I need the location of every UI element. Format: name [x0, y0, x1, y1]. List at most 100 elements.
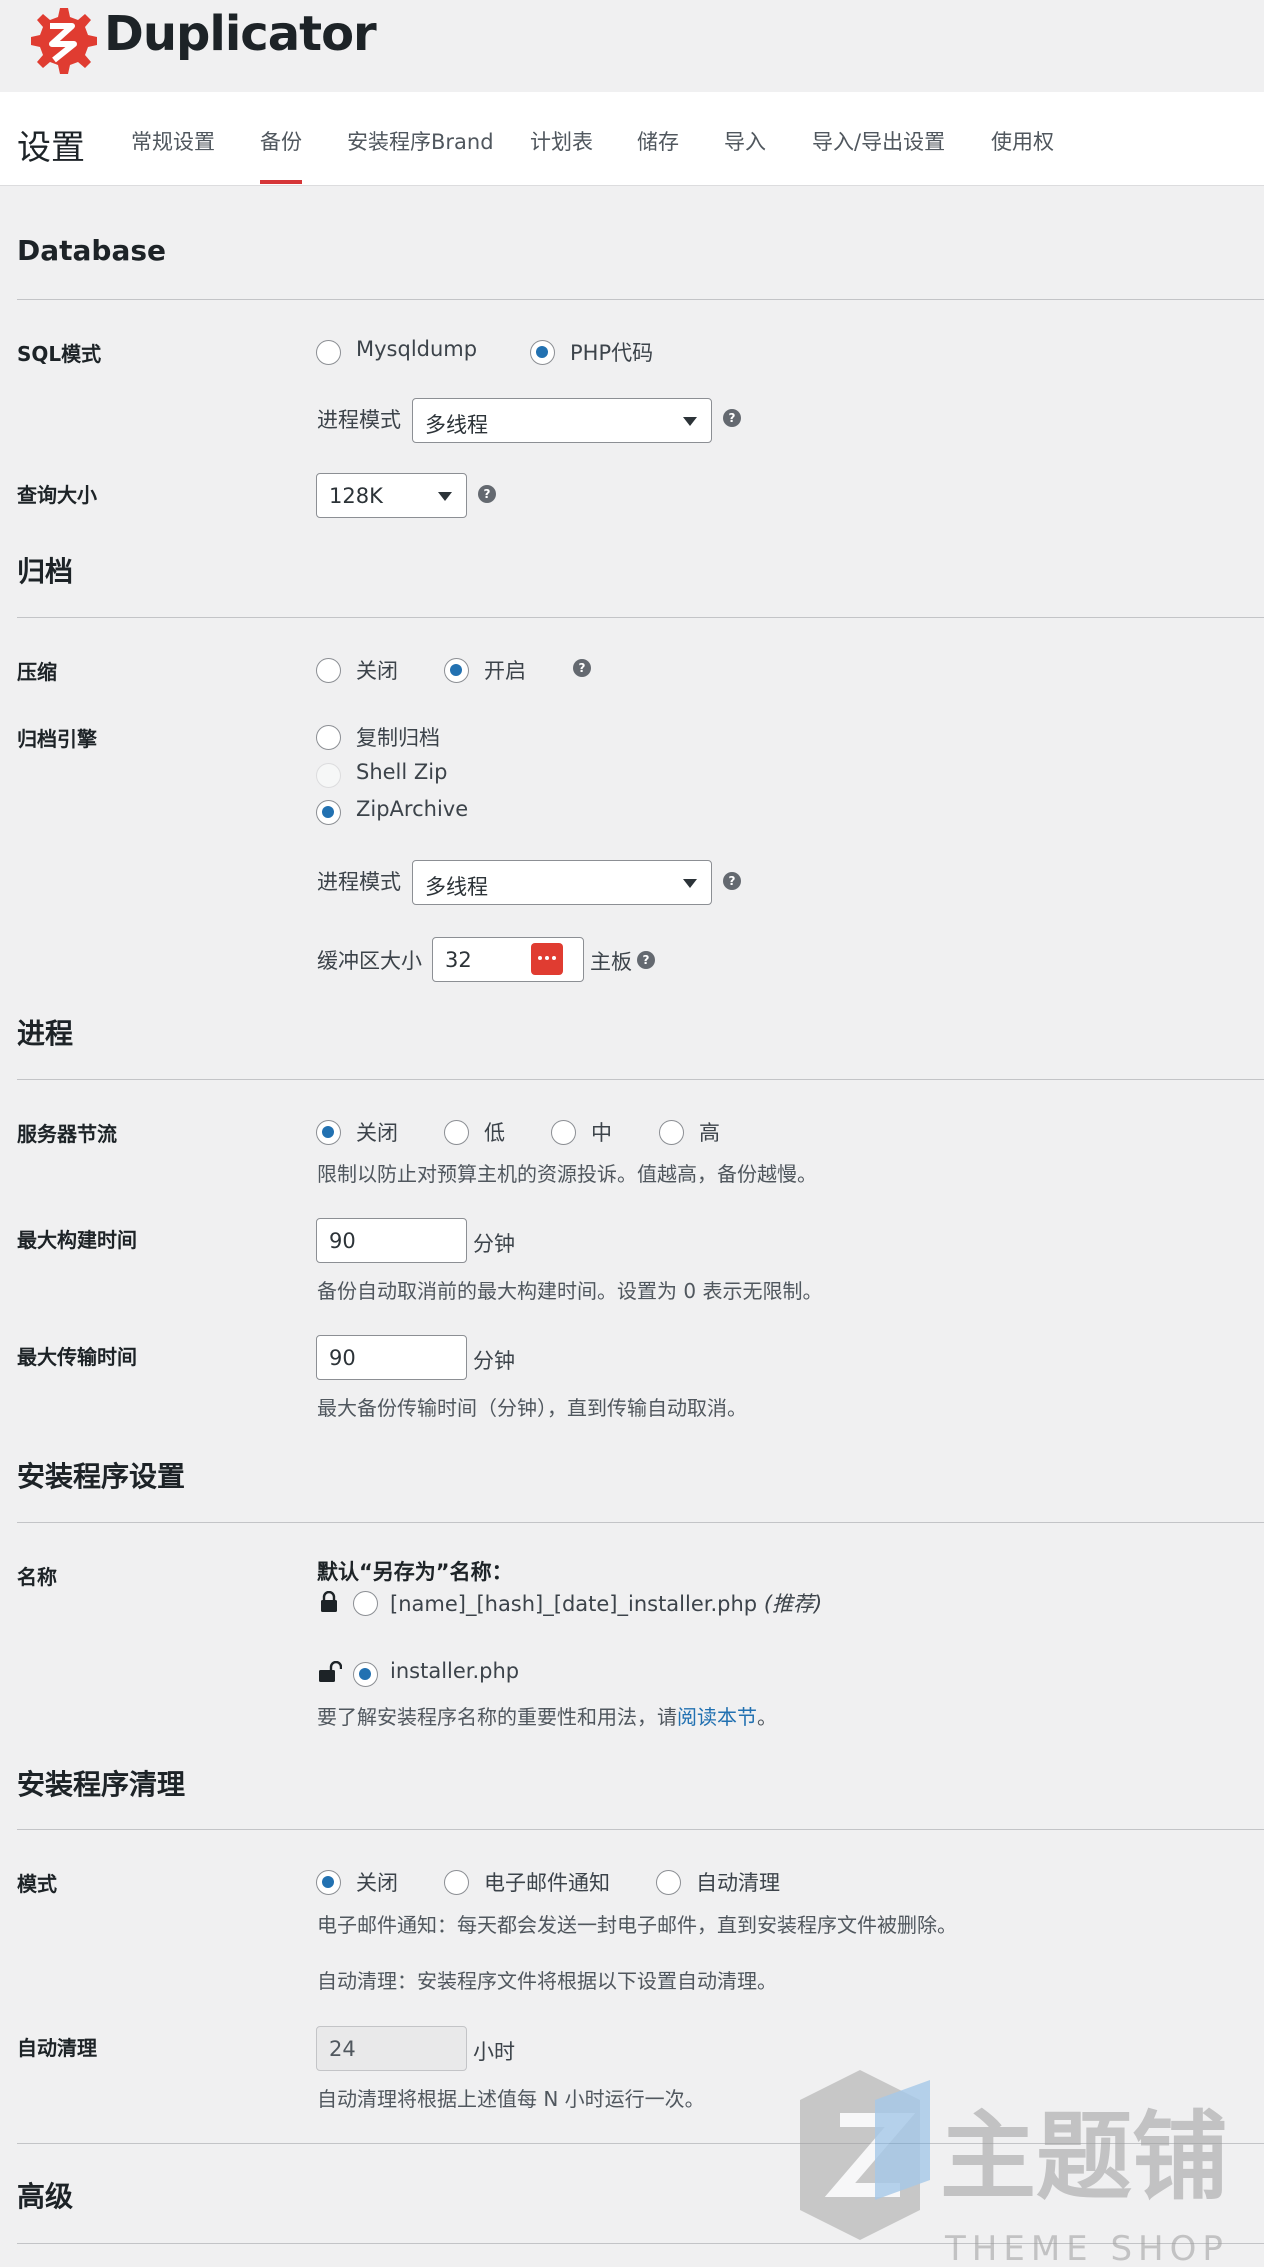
help-icon[interactable]: ?: [723, 872, 741, 890]
engine-dup-archive-label: 复制归档: [356, 726, 440, 750]
server-throttle-label: 服务器节流: [17, 1122, 117, 1146]
auto-cleanup-unit: 小时: [473, 2040, 515, 2064]
installer-name-label: 名称: [17, 1565, 57, 1589]
query-size-value: 128K: [329, 484, 383, 508]
tab-schedules[interactable]: 计划表: [530, 126, 593, 184]
tab-license[interactable]: 使用权: [991, 126, 1054, 184]
max-transfer-time-input[interactable]: 90: [316, 1335, 467, 1380]
divider: [17, 299, 1264, 300]
buffer-size-value: 32: [445, 948, 472, 972]
tab-storage[interactable]: 储存: [637, 126, 679, 184]
divider: [17, 1829, 1264, 1830]
divider: [17, 1522, 1264, 1523]
sql-mode-mysqldump-label: Mysqldump: [356, 337, 478, 361]
installer-name-description: 要了解安装程序名称的重要性和用法，请阅读本节。: [317, 1705, 777, 1729]
compression-off-radio[interactable]: [316, 658, 341, 683]
db-process-mode-value: 多线程: [425, 413, 488, 437]
engine-dup-archive-radio[interactable]: [316, 725, 341, 750]
sql-mode-mysqldump-radio[interactable]: [316, 340, 341, 365]
cleanup-auto-description: 自动清理：安装程序文件将根据以下设置自动清理。: [317, 1969, 777, 1993]
auto-cleanup-hours-input[interactable]: 24: [316, 2026, 467, 2071]
compression-on-label: 开启: [484, 659, 526, 683]
engine-shell-zip-radio: [316, 763, 341, 788]
tab-import[interactable]: 导入: [724, 126, 766, 184]
tab-import-export-settings[interactable]: 导入/导出设置: [812, 126, 945, 184]
sql-mode-label: SQL模式: [17, 342, 102, 366]
archive-process-mode-label: 进程模式: [317, 870, 401, 894]
auto-cleanup-hours-value: 24: [329, 2037, 356, 2061]
chevron-down-icon: [683, 417, 697, 426]
read-section-link[interactable]: 阅读本节: [677, 1705, 757, 1729]
cleanup-auto-label: 自动清理: [696, 1871, 780, 1895]
throttle-low-label: 低: [484, 1121, 505, 1145]
cleanup-off-radio[interactable]: [316, 1870, 341, 1895]
archive-process-mode-value: 多线程: [425, 875, 488, 899]
cleanup-email-label: 电子邮件通知: [484, 1871, 610, 1895]
chevron-down-icon: [438, 492, 452, 501]
max-build-time-input[interactable]: 90: [316, 1218, 467, 1263]
cleanup-mode-label: 模式: [17, 1872, 57, 1896]
throttle-low-radio[interactable]: [444, 1120, 469, 1145]
buffer-size-label: 缓冲区大小: [317, 949, 422, 973]
engine-shell-zip-label: Shell Zip: [356, 760, 448, 784]
watermark-text-en: THEME SHOP: [944, 2229, 1229, 2267]
help-icon[interactable]: ?: [573, 659, 591, 677]
cleanup-auto-radio[interactable]: [656, 1870, 681, 1895]
throttle-high-label: 高: [699, 1121, 720, 1145]
tab-general[interactable]: 常规设置: [131, 126, 215, 184]
divider: [17, 617, 1264, 618]
tab-installer-brand[interactable]: 安装程序Brand: [347, 126, 494, 184]
cleanup-email-description: 电子邮件通知：每天都会发送一封电子邮件，直到安装程序文件被删除。: [317, 1913, 957, 1937]
max-build-time-label: 最大构建时间: [17, 1228, 137, 1252]
unlock-icon: [319, 1661, 342, 1682]
password-manager-icon[interactable]: [531, 943, 563, 975]
installer-name-hashed-label: [name]_[hash]_[date]_installer.php (推荐): [390, 1592, 823, 1616]
engine-ziparchive-label: ZipArchive: [356, 797, 469, 821]
help-icon[interactable]: ?: [723, 409, 741, 427]
section-advanced-title: 高级: [17, 2180, 74, 2213]
max-transfer-time-unit: 分钟: [473, 1349, 515, 1373]
compression-off-label: 关闭: [356, 659, 398, 683]
help-icon[interactable]: ?: [637, 951, 655, 969]
throttle-off-radio[interactable]: [316, 1120, 341, 1145]
lock-icon: [321, 1591, 337, 1612]
page-title: 设置: [17, 128, 85, 168]
cleanup-email-radio[interactable]: [444, 1870, 469, 1895]
query-size-label: 查询大小: [17, 483, 97, 507]
chevron-down-icon: [683, 879, 697, 888]
archive-process-mode-select[interactable]: 多线程: [412, 860, 712, 905]
sql-mode-php-radio[interactable]: [530, 340, 555, 365]
throttle-high-radio[interactable]: [659, 1120, 684, 1145]
section-cleanup-title: 安装程序清理: [17, 1768, 186, 1801]
buffer-size-unit: 主板: [590, 950, 632, 974]
archive-engine-label: 归档引擎: [17, 727, 97, 751]
section-process-title: 进程: [17, 1017, 74, 1050]
help-icon[interactable]: ?: [478, 485, 496, 503]
section-installer-title: 安装程序设置: [17, 1460, 186, 1493]
compression-on-radio[interactable]: [444, 658, 469, 683]
max-transfer-time-value: 90: [329, 1346, 356, 1370]
brand-name: Duplicator: [104, 6, 377, 62]
db-process-mode-select[interactable]: 多线程: [412, 398, 712, 443]
auto-cleanup-label: 自动清理: [17, 2036, 97, 2060]
recommended-note: (推荐): [763, 1592, 823, 1616]
divider: [17, 1079, 1264, 1080]
watermark-logo-icon: 主题铺 THEME SHOP: [800, 2070, 1229, 2267]
auto-cleanup-run-description: 自动清理将根据上述值每 N 小时运行一次。: [317, 2087, 705, 2111]
cleanup-off-label: 关闭: [356, 1871, 398, 1895]
engine-ziparchive-radio[interactable]: [316, 800, 341, 825]
watermark-text-cn: 主题铺: [940, 2101, 1228, 2213]
settings-nav: 设置 常规设置 备份 安装程序Brand 计划表 储存 导入 导入/导出设置 使…: [0, 92, 1264, 186]
max-transfer-time-description: 最大备份传输时间（分钟），直到传输自动取消。: [317, 1396, 747, 1420]
installer-name-plain-radio[interactable]: [353, 1662, 378, 1687]
section-archive-title: 归档: [17, 555, 74, 588]
duplicator-logo-icon: [31, 8, 97, 74]
installer-name-hashed-radio[interactable]: [353, 1591, 378, 1616]
db-process-mode-label: 进程模式: [317, 408, 401, 432]
max-build-time-description: 备份自动取消前的最大构建时间。设置为 0 表示无限制。: [317, 1279, 823, 1303]
section-database-title: Database: [17, 234, 167, 267]
throttle-medium-radio[interactable]: [551, 1120, 576, 1145]
query-size-select[interactable]: 128K: [316, 473, 467, 518]
brand-bar: Duplicator: [0, 0, 1264, 92]
tab-backup[interactable]: 备份: [260, 126, 302, 184]
